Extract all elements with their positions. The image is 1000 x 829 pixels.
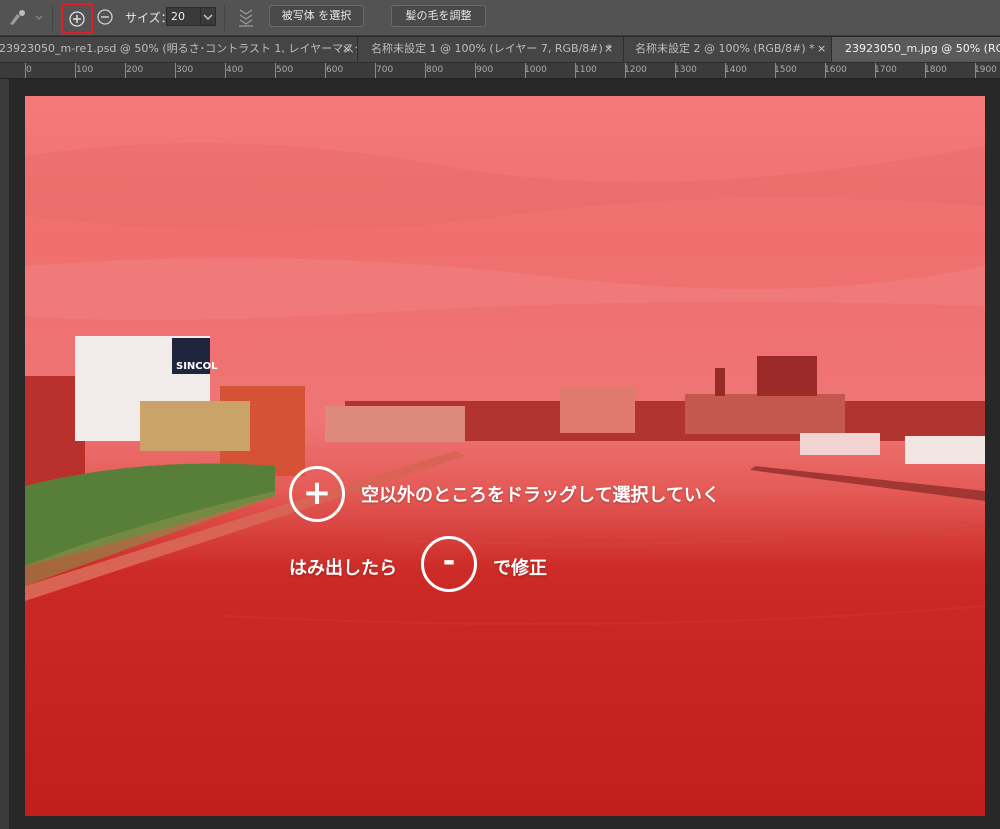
vertical-ruler <box>0 79 10 829</box>
close-icon[interactable]: × <box>817 37 826 61</box>
ruler-tick <box>525 63 526 78</box>
ruler-label: 700 <box>376 65 394 75</box>
ruler-tick <box>975 63 976 78</box>
ruler-label: 600 <box>326 65 344 75</box>
ruler-label: 1100 <box>574 65 597 75</box>
ruler-tick <box>575 63 576 78</box>
chevron-down-icon[interactable] <box>200 8 215 25</box>
subtract-from-selection-button[interactable] <box>96 8 114 30</box>
ruler-label: 900 <box>476 65 494 75</box>
tab-document-4-active[interactable]: 23923050_m.jpg @ 50% (RGB/8 <box>832 37 1000 62</box>
ruler-tick <box>275 63 276 78</box>
ruler-label: 1700 <box>874 65 897 75</box>
tab-document-2[interactable]: 名称未設定 1 @ 100% (レイヤー 7, RGB/8#) * × <box>358 37 624 62</box>
size-field[interactable]: 20 <box>166 7 216 26</box>
ruler-tick <box>625 63 626 78</box>
tab-document-3[interactable]: 名称未設定 2 @ 100% (RGB/8#) * × <box>624 37 832 62</box>
minus-glyph: - <box>442 544 456 579</box>
document-canvas[interactable]: SINCOL + 空以外のところをドラッグして選択していく はみ出したら - で… <box>25 96 985 816</box>
ruler-label: 100 <box>76 65 94 75</box>
ruler-label: 1800 <box>924 65 947 75</box>
ruler-tick <box>925 63 926 78</box>
building-sign: SINCOL <box>176 361 218 372</box>
photo-image: SINCOL <box>25 143 985 625</box>
sample-all-layers-icon[interactable] <box>236 7 256 33</box>
refine-hair-button[interactable]: 髪の毛を調整 <box>391 5 486 27</box>
ruler-label: 1000 <box>524 65 547 75</box>
add-to-selection-button[interactable] <box>61 3 93 34</box>
options-bar: サイズ： 20 被写体 を選択 髪の毛を調整 <box>0 0 1000 36</box>
ruler-tick <box>875 63 876 78</box>
ruler-label: 200 <box>126 65 144 75</box>
ruler-label: 1500 <box>774 65 797 75</box>
ruler-tick <box>825 63 826 78</box>
ruler-tick <box>725 63 726 78</box>
ruler-label: 500 <box>276 65 294 75</box>
toolbar-divider <box>224 5 225 31</box>
ruler-tick <box>425 63 426 78</box>
horizontal-ruler: 0 100 200 300 400 500 600 700 800 900 10… <box>0 63 1000 79</box>
ruler-tick <box>475 63 476 78</box>
ruler-tick <box>675 63 676 78</box>
ruler-label: 1300 <box>674 65 697 75</box>
tab-label: 名称未設定 1 @ 100% (レイヤー 7, RGB/8#) * <box>371 42 612 55</box>
ruler-tick <box>75 63 76 78</box>
ruler-label: 0 <box>26 65 32 75</box>
ruler-label: 800 <box>426 65 444 75</box>
ruler-tick <box>25 63 26 78</box>
ruler-tick <box>125 63 126 78</box>
ruler-tick <box>175 63 176 78</box>
ruler-tick <box>775 63 776 78</box>
ruler-tick <box>375 63 376 78</box>
overlay-instruction-line1: 空以外のところをドラッグして選択していく <box>361 485 720 506</box>
ruler-tick <box>225 63 226 78</box>
overlay-instruction-line2-left: はみ出したら <box>289 558 397 579</box>
document-tabs: 23923050_m-re1.psd @ 50% (明るさ･コントラスト 1, … <box>0 37 1000 63</box>
tab-label: 23923050_m-re1.psd @ 50% (明るさ･コントラスト 1, … <box>0 42 358 55</box>
close-icon[interactable]: × <box>604 37 613 61</box>
tab-label: 名称未設定 2 @ 100% (RGB/8#) * <box>635 42 815 55</box>
toolbar-divider <box>52 5 53 31</box>
plus-circle-icon: + <box>289 466 345 522</box>
ruler-label: 1600 <box>824 65 847 75</box>
minus-brush-icon <box>97 9 113 25</box>
ruler-label: 400 <box>226 65 244 75</box>
quick-selection-brush-icon[interactable] <box>6 7 44 29</box>
ruler-label: 1900 <box>974 65 997 75</box>
tab-label: 23923050_m.jpg @ 50% (RGB/8 <box>845 42 1000 55</box>
select-subject-button[interactable]: 被写体 を選択 <box>269 5 364 27</box>
ruler-label: 1400 <box>724 65 747 75</box>
tab-document-1[interactable]: 23923050_m-re1.psd @ 50% (明るさ･コントラスト 1, … <box>0 37 358 62</box>
overlay-instruction-line2-right: で修正 <box>493 558 547 579</box>
minus-circle-icon: - <box>421 536 477 592</box>
size-value: 20 <box>171 10 185 23</box>
ruler-label: 1200 <box>624 65 647 75</box>
plus-brush-icon <box>69 11 85 27</box>
ruler-tick <box>325 63 326 78</box>
close-icon[interactable]: × <box>342 37 351 61</box>
plus-glyph: + <box>302 473 332 513</box>
ruler-label: 300 <box>176 65 194 75</box>
